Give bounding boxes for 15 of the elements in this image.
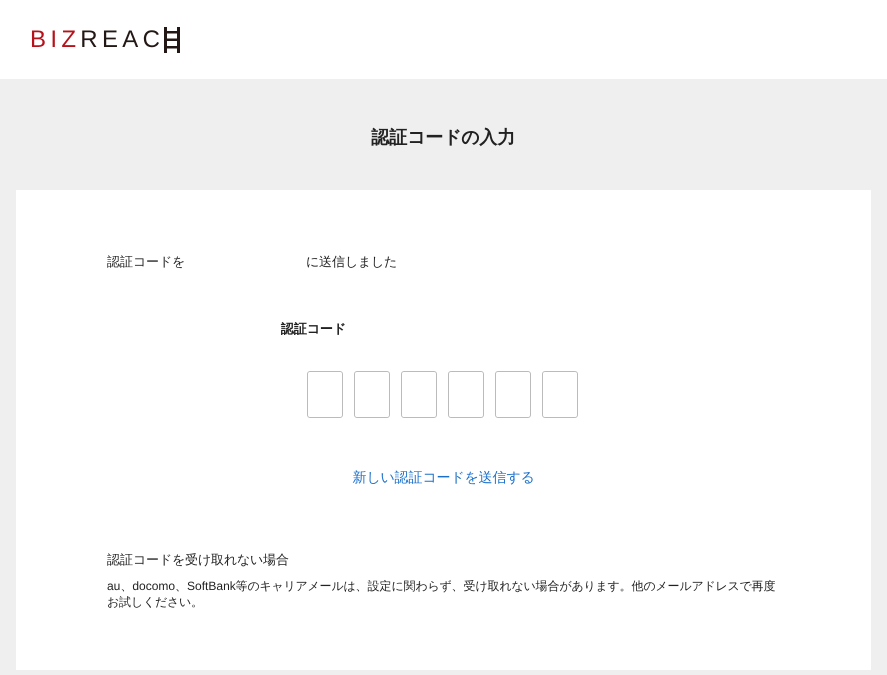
code-digit-field[interactable] xyxy=(354,371,390,418)
code-digit-field[interactable] xyxy=(448,371,484,418)
sent-message-text: 認証コードを xyxy=(107,253,186,271)
code-digit-field[interactable] xyxy=(542,371,578,418)
code-digit-field[interactable] xyxy=(307,371,343,418)
code-digit-field[interactable] xyxy=(495,371,531,418)
resend-code-link[interactable]: 新しい認証コードを送信する xyxy=(352,467,534,488)
page-title: 認証コードの入力 xyxy=(372,126,516,149)
sent-message-text: に送信しました xyxy=(306,253,397,271)
code-digit-field[interactable] xyxy=(401,371,437,418)
help-text: au、docomo、SoftBank等のキャリアメールは、設定に関わらず、受け取れない場合があります。他のメールアドレスで再度お試しください。 xyxy=(107,578,777,610)
help-heading: 認証コードを受け取れない場合 xyxy=(107,551,290,569)
logo-text: BIZ REAC xyxy=(30,28,164,52)
logo-mark-icon xyxy=(162,26,182,52)
code-label: 認証コード xyxy=(281,320,346,336)
